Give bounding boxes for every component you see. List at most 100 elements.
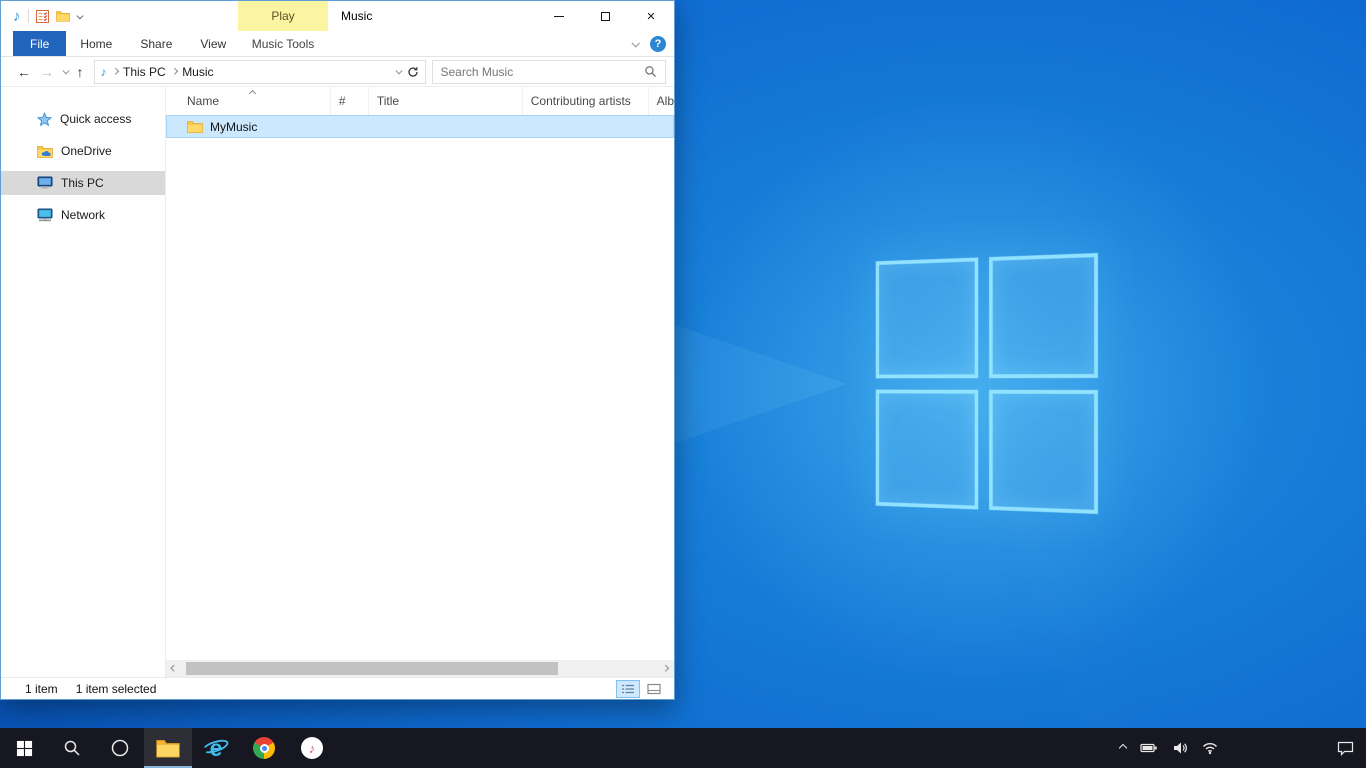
internet-explorer-button[interactable]: e [192, 728, 240, 768]
contextual-tab-group-play[interactable]: Play [238, 1, 328, 31]
horizontal-scrollbar[interactable] [166, 660, 674, 677]
explorer-main: Quick access OneDrive [1, 87, 674, 677]
taskbar-search-button[interactable] [48, 728, 96, 768]
tab-music-tools[interactable]: Music Tools [238, 31, 328, 56]
breadcrumb-music[interactable]: Music [182, 65, 213, 79]
wifi-icon [1202, 740, 1218, 756]
internet-explorer-icon: e [203, 735, 229, 761]
windows-logo-pane [989, 253, 1098, 378]
action-center-icon [1337, 740, 1354, 756]
tab-home[interactable]: Home [66, 31, 126, 56]
breadcrumb-chevron-icon[interactable] [171, 68, 177, 74]
selection-count: 1 item selected [76, 682, 157, 696]
close-button[interactable]: × [628, 1, 674, 31]
windows-logo-pane [989, 389, 1098, 514]
status-bar: 1 item 1 item selected [1, 677, 674, 699]
sort-ascending-icon [249, 90, 256, 97]
address-bar-row: ← → ↑ ♪ This PC Music [1, 57, 674, 87]
address-dropdown-chevron-icon[interactable] [396, 68, 402, 74]
breadcrumb-this-pc[interactable]: This PC [123, 65, 166, 79]
minimize-icon [554, 16, 564, 17]
search-input[interactable] [441, 61, 645, 83]
scroll-left-button[interactable] [166, 660, 183, 677]
search-icon [63, 739, 81, 757]
battery-tray-button[interactable] [1140, 741, 1158, 755]
large-icons-view-toggle[interactable] [642, 680, 666, 698]
column-label: Title [377, 94, 399, 108]
help-button[interactable]: ? [650, 36, 666, 52]
show-hidden-icons-chevron-icon[interactable] [1119, 744, 1127, 752]
file-name: MyMusic [210, 120, 257, 134]
music-note-window-icon[interactable]: ♪ [13, 9, 21, 24]
file-explorer-taskbar-button[interactable] [144, 728, 192, 768]
onedrive-folder-icon [37, 145, 53, 158]
details-view-toggle[interactable] [616, 680, 640, 698]
maximize-button[interactable] [582, 1, 628, 31]
column-label: Contributing artists [531, 94, 631, 108]
file-list-pane: Name # Title Contributing artists Alb [166, 87, 674, 677]
cortana-button[interactable] [96, 728, 144, 768]
ribbon-right-controls: ? [632, 31, 666, 56]
minimize-button[interactable] [536, 1, 582, 31]
sidebar-item-label: Network [61, 208, 105, 222]
play-group-label: Play [271, 9, 294, 23]
separator [28, 9, 29, 23]
music-player-icon: ♪ [301, 737, 323, 759]
title-bar: ♪ Play Music × [1, 1, 674, 31]
back-button[interactable]: ← [17, 65, 31, 79]
tab-share[interactable]: Share [126, 31, 186, 56]
search-box[interactable] [432, 60, 667, 84]
music-folder-breadcrumb-icon: ♪ [101, 65, 107, 79]
cortana-circle-icon [110, 738, 130, 758]
network-tray-button[interactable] [1202, 740, 1218, 756]
action-center-button[interactable] [1337, 740, 1354, 756]
scrollbar-thumb[interactable] [186, 662, 558, 675]
windows-logo-pane [876, 389, 978, 509]
breadcrumb-chevron-icon[interactable] [112, 68, 118, 74]
forward-button[interactable]: → [40, 65, 54, 79]
column-header-title[interactable]: Title [369, 87, 523, 115]
volume-tray-button[interactable] [1172, 740, 1188, 756]
file-explorer-icon [156, 738, 180, 758]
properties-icon [36, 10, 49, 23]
up-button[interactable]: ↑ [77, 65, 84, 79]
customize-toolbar-chevron-icon[interactable] [76, 12, 82, 18]
computer-icon [37, 176, 53, 190]
sidebar-item-onedrive[interactable]: OneDrive [1, 139, 165, 163]
sidebar-item-this-pc[interactable]: This PC [1, 171, 165, 195]
column-header-contributing-artists[interactable]: Contributing artists [523, 87, 649, 115]
column-header-number[interactable]: # [331, 87, 369, 115]
sidebar-item-quick-access[interactable]: Quick access [1, 107, 165, 131]
tab-file[interactable]: File [13, 31, 66, 56]
recent-locations-chevron-icon[interactable] [63, 68, 69, 74]
volume-icon [1172, 740, 1188, 756]
item-count: 1 item [25, 682, 58, 696]
refresh-button[interactable] [407, 66, 419, 78]
column-header-name[interactable]: Name [166, 87, 331, 115]
search-icon [644, 65, 657, 78]
sidebar-item-network[interactable]: Network [1, 203, 165, 227]
large-icons-view-icon [647, 683, 661, 695]
sidebar-item-label: Quick access [60, 112, 131, 126]
chrome-icon [253, 737, 275, 759]
network-icon [37, 208, 53, 222]
chrome-icon-center [260, 744, 269, 753]
scroll-right-button[interactable] [657, 660, 674, 677]
scrollbar-track[interactable] [183, 660, 657, 677]
window-title: Music [341, 1, 372, 31]
column-header-album[interactable]: Alb [649, 87, 674, 115]
start-button[interactable] [0, 728, 48, 768]
maximize-icon [601, 12, 610, 21]
tab-view[interactable]: View [186, 31, 240, 56]
address-bar[interactable]: ♪ This PC Music [94, 60, 426, 84]
new-folder-button[interactable] [56, 10, 70, 22]
file-row[interactable]: MyMusic [166, 115, 674, 138]
battery-icon [1140, 741, 1158, 755]
star-icon [37, 112, 52, 127]
window-controls: × [536, 1, 674, 31]
properties-button[interactable] [36, 10, 49, 23]
music-player-button[interactable]: ♪ [288, 728, 336, 768]
chrome-button[interactable] [240, 728, 288, 768]
close-icon: × [647, 8, 656, 25]
expand-ribbon-chevron-icon[interactable] [631, 39, 639, 47]
